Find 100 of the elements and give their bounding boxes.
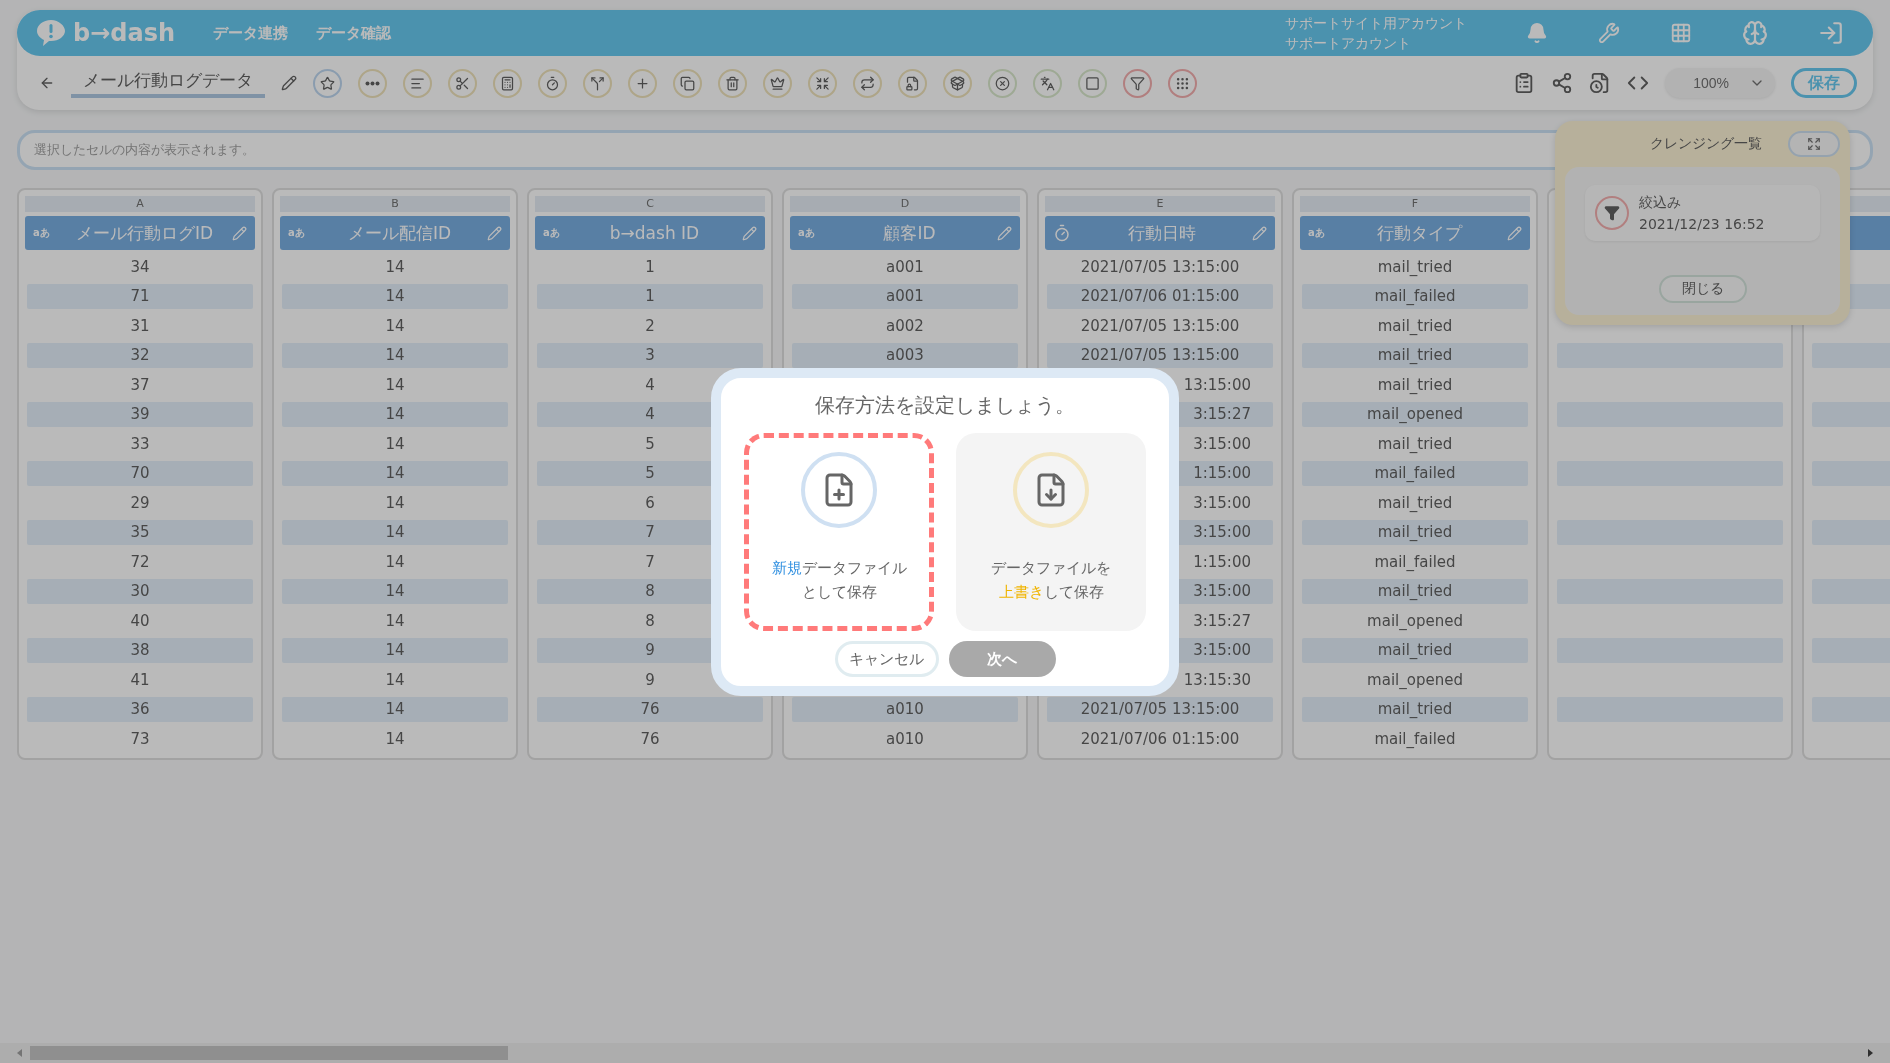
cleansing-item[interactable]: 絞込み 2021/12/23 16:52 <box>1585 185 1820 241</box>
table-cell[interactable]: 14 <box>282 431 508 457</box>
table-cell[interactable]: mail_tried <box>1302 578 1528 604</box>
timer-button[interactable] <box>538 68 567 98</box>
trash-button[interactable] <box>718 68 747 98</box>
expand-button[interactable] <box>1788 131 1840 157</box>
star-button[interactable] <box>313 68 342 98</box>
table-cell[interactable]: mail_tried <box>1302 637 1528 663</box>
column-header[interactable]: 行動日時 <box>1045 216 1275 250</box>
zoom-select[interactable]: 100% <box>1665 68 1775 98</box>
table-cell[interactable]: mail_tried <box>1302 490 1528 516</box>
table-cell[interactable]: mail_tried <box>1302 519 1528 545</box>
column-header[interactable]: aあ メール行動ログID <box>25 216 255 250</box>
table-cell[interactable]: 38 <box>27 637 253 663</box>
table-cell[interactable]: 14 <box>282 578 508 604</box>
share-icon[interactable] <box>1551 72 1573 94</box>
table-cell[interactable]: 2021/07/05 13:15:00 <box>1047 254 1273 280</box>
table-cell[interactable]: 39 <box>27 401 253 427</box>
table-cell[interactable]: mail_tried <box>1302 254 1528 280</box>
table-cell[interactable]: 14 <box>282 342 508 368</box>
split-button[interactable] <box>583 68 612 98</box>
table-cell[interactable]: 14 <box>282 549 508 575</box>
table-cell[interactable]: 2021/07/06 01:15:00 <box>1047 283 1273 309</box>
table-cell[interactable]: a001 <box>792 283 1018 309</box>
table-cell[interactable]: 14 <box>282 608 508 634</box>
file-lock-button[interactable] <box>898 68 927 98</box>
table-cell[interactable]: 73 <box>27 726 253 752</box>
table-cell[interactable]: 36 <box>27 696 253 722</box>
calculator-button[interactable] <box>493 68 522 98</box>
table-cell[interactable]: 29 <box>27 490 253 516</box>
table-cell[interactable]: 14 <box>282 254 508 280</box>
table-cell[interactable]: 35 <box>27 519 253 545</box>
table-cell[interactable]: 71 <box>27 283 253 309</box>
table-cell[interactable]: 14 <box>282 696 508 722</box>
table-cell[interactable]: 14 <box>282 667 508 693</box>
table-cell[interactable]: a003 <box>792 342 1018 368</box>
shrink-button[interactable] <box>808 68 837 98</box>
table-cell[interactable]: mail_tried <box>1302 313 1528 339</box>
table-cell[interactable]: 14 <box>282 372 508 398</box>
table-cell[interactable]: 2021/07/05 13:15:00 <box>1047 696 1273 722</box>
table-cell[interactable]: 32 <box>27 342 253 368</box>
table-cell[interactable]: 14 <box>282 726 508 752</box>
edit-icon[interactable] <box>281 75 297 91</box>
table-cell[interactable]: a001 <box>792 254 1018 280</box>
table-cell[interactable]: 37 <box>27 372 253 398</box>
column-header[interactable]: aあ 顧客ID <box>790 216 1020 250</box>
column-header[interactable]: aあ 行動タイプ <box>1300 216 1530 250</box>
table-cell[interactable]: 3 <box>537 342 763 368</box>
square-button[interactable] <box>1078 68 1107 98</box>
horizontal-scrollbar[interactable] <box>0 1043 1890 1063</box>
table-cell[interactable]: 76 <box>537 726 763 752</box>
clipboard-icon[interactable] <box>1513 72 1535 94</box>
file-history-icon[interactable] <box>1589 72 1611 94</box>
table-cell[interactable]: 41 <box>27 667 253 693</box>
table-cell[interactable]: 1 <box>537 254 763 280</box>
column-header[interactable]: aあ b→dash ID <box>535 216 765 250</box>
repeat-button[interactable] <box>853 68 882 98</box>
table-cell[interactable]: mail_opened <box>1302 608 1528 634</box>
column-header[interactable]: aあ メール配信ID <box>280 216 510 250</box>
table-cell[interactable]: mail_failed <box>1302 726 1528 752</box>
translate-button[interactable] <box>1033 68 1062 98</box>
table-cell[interactable]: mail_failed <box>1302 460 1528 486</box>
table-cell[interactable]: 1 <box>537 283 763 309</box>
scissors-button[interactable] <box>448 68 477 98</box>
close-button[interactable]: 閉じる <box>1658 275 1747 303</box>
table-cell[interactable]: 14 <box>282 283 508 309</box>
box-button[interactable] <box>943 68 972 98</box>
table-cell[interactable]: 14 <box>282 519 508 545</box>
table-cell[interactable]: 14 <box>282 637 508 663</box>
table-cell[interactable]: mail_tried <box>1302 431 1528 457</box>
table-cell[interactable]: mail_tried <box>1302 372 1528 398</box>
save-option-card[interactable]: 新規データファイル として保存 <box>744 433 934 631</box>
table-cell[interactable]: 14 <box>282 401 508 427</box>
table-cell[interactable]: 70 <box>27 460 253 486</box>
table-cell[interactable]: 30 <box>27 578 253 604</box>
table-cell[interactable]: 14 <box>282 490 508 516</box>
table-cell[interactable]: 2021/07/05 13:15:00 <box>1047 342 1273 368</box>
table-cell[interactable]: 2 <box>537 313 763 339</box>
copy-button[interactable] <box>673 68 702 98</box>
table-cell[interactable]: mail_tried <box>1302 342 1528 368</box>
table-cell[interactable]: 34 <box>27 254 253 280</box>
dots-button[interactable] <box>358 68 387 98</box>
back-icon[interactable] <box>39 75 55 91</box>
table-cell[interactable]: mail_tried <box>1302 696 1528 722</box>
table-cell[interactable]: 40 <box>27 608 253 634</box>
table-cell[interactable]: 31 <box>27 313 253 339</box>
table-cell[interactable]: 14 <box>282 313 508 339</box>
table-cell[interactable]: 33 <box>27 431 253 457</box>
table-cell[interactable]: 2021/07/06 01:15:00 <box>1047 726 1273 752</box>
table-cell[interactable]: mail_failed <box>1302 549 1528 575</box>
table-cell[interactable]: 14 <box>282 460 508 486</box>
table-cell[interactable]: a010 <box>792 726 1018 752</box>
cancel-button[interactable]: キャンセル <box>834 641 939 677</box>
x-circle-button[interactable] <box>988 68 1017 98</box>
table-cell[interactable]: 2021/07/05 13:15:00 <box>1047 313 1273 339</box>
text-lines-button[interactable] <box>403 68 432 98</box>
table-cell[interactable]: 72 <box>27 549 253 575</box>
table-cell[interactable]: mail_opened <box>1302 667 1528 693</box>
grip-button[interactable] <box>1168 68 1197 98</box>
table-cell[interactable]: a002 <box>792 313 1018 339</box>
